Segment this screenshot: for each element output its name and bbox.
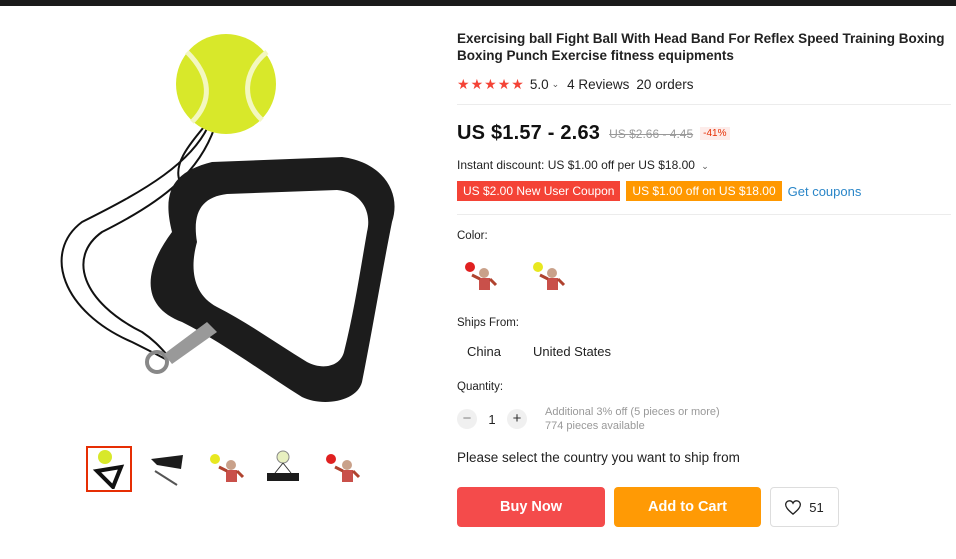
ship-country-note: Please select the country you want to sh… [457, 450, 740, 465]
buy-now-button[interactable]: Buy Now [457, 487, 605, 527]
thumbnail-5[interactable] [318, 446, 364, 492]
reviews-link[interactable]: 4 Reviews [567, 77, 629, 92]
product-photo [60, 34, 395, 402]
quantity-increase-button[interactable]: + [507, 409, 527, 429]
wishlist-button[interactable]: 51 [770, 487, 839, 527]
ship-option-china[interactable]: China [457, 341, 511, 362]
red-ball-boxer-icon [465, 262, 498, 290]
yellow-ball-boxer-icon [533, 262, 566, 290]
original-price: US $2.66 - 4.45 [609, 126, 694, 141]
thumbnail-strip [86, 446, 364, 492]
chevron-down-icon[interactable]: ⌄ [701, 161, 709, 171]
star-icon: ★ [484, 76, 497, 92]
ships-from-label: Ships From: [457, 317, 519, 329]
quantity-info: Additional 3% off (5 pieces or more) 774… [545, 405, 720, 433]
main-product-image[interactable] [22, 22, 432, 432]
price-row: US $1.57 - 2.63 US $2.66 - 4.45 -41% [457, 122, 730, 145]
rating-stars: ★ ★ ★ ★ ★ [457, 77, 524, 91]
ball-headband-thumb-icon [92, 450, 125, 489]
color-option-yellow[interactable] [525, 257, 571, 297]
rating-row: ★ ★ ★ ★ ★ 5.0 ⌄ 4 Reviews 20 orders [457, 75, 951, 93]
color-options [457, 257, 571, 297]
divider [457, 104, 951, 105]
coupon-row: US $2.00 New User Coupon US $1.00 off on… [457, 181, 861, 201]
quantity-label: Quantity: [457, 381, 504, 393]
red-ball-boxer-thumb-icon [326, 454, 361, 482]
ships-from-options: China United States [457, 341, 633, 362]
quantity-stepper: − 1 + Additional 3% off (5 pieces or mor… [457, 405, 720, 433]
heart-icon [785, 499, 802, 515]
current-price: US $1.57 - 2.63 [457, 122, 601, 144]
store-coupon[interactable]: US $1.00 off on US $18.00 [626, 181, 782, 201]
thumbnail-4[interactable] [260, 446, 306, 492]
stock-available: 774 pieces available [545, 420, 645, 432]
star-icon: ★ [457, 76, 470, 92]
star-icon: ★ [497, 76, 511, 92]
star-icon: ★ [511, 76, 524, 92]
color-option-red[interactable] [457, 257, 503, 297]
chevron-down-icon[interactable]: ⌄ [552, 79, 560, 90]
divider [457, 214, 951, 215]
top-bar [0, 0, 956, 6]
quantity-decrease-button[interactable]: − [457, 409, 477, 429]
action-buttons: Buy Now Add to Cart 51 [457, 487, 839, 527]
color-label: Color: [457, 230, 488, 242]
bulk-offer: Additional 3% off (5 pieces or more) [545, 406, 720, 418]
instant-discount[interactable]: Instant discount: US $1.00 off per US $1… [457, 158, 717, 172]
thumbnail-1[interactable] [86, 446, 132, 492]
instant-discount-text: Instant discount: US $1.00 off per US $1… [457, 158, 695, 172]
get-coupons-link[interactable]: Get coupons [788, 184, 862, 199]
thumbnail-3[interactable] [202, 446, 248, 492]
star-icon: ★ [470, 76, 484, 92]
yellow-ball-boxer-thumb-icon [210, 454, 245, 482]
rating-value[interactable]: 5.0 [530, 77, 549, 92]
product-title: Exercising ball Fight Ball With Head Ban… [457, 31, 945, 63]
ship-option-united-states[interactable]: United States [523, 341, 621, 362]
product-info-panel: Exercising ball Fight Ball With Head Ban… [457, 30, 951, 527]
wishlist-count: 51 [809, 499, 824, 515]
headband-thumb-icon [151, 455, 183, 486]
discount-badge: -41% [700, 127, 730, 140]
quantity-value[interactable]: 1 [477, 412, 507, 427]
new-user-coupon[interactable]: US $2.00 New User Coupon [457, 181, 621, 201]
orders-count: 20 orders [636, 76, 694, 92]
add-to-cart-button[interactable]: Add to Cart [614, 487, 761, 527]
thumbnail-2[interactable] [144, 446, 190, 492]
headband-flat-thumb-icon [267, 450, 299, 481]
